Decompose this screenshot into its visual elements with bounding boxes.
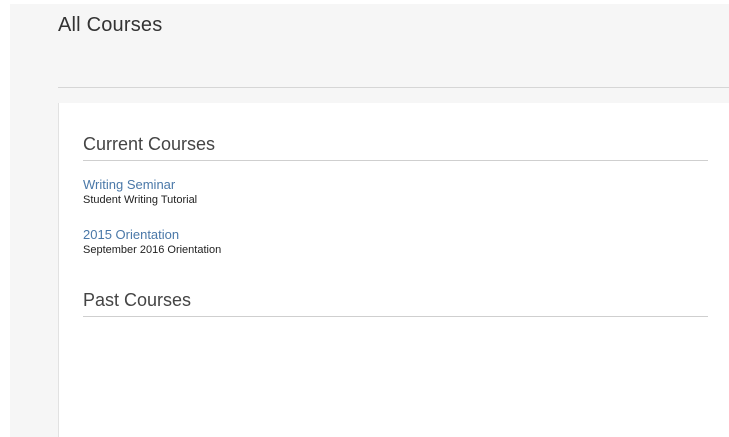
courses-card: Current Courses Writing Seminar Student … (58, 103, 729, 437)
course-link-2015-orientation[interactable]: 2015 Orientation (83, 227, 221, 242)
course-item-2015-orientation: 2015 Orientation September 2016 Orientat… (83, 227, 221, 257)
current-courses-divider (83, 160, 708, 161)
course-link-writing-seminar[interactable]: Writing Seminar (83, 177, 197, 192)
page-title: All Courses (58, 14, 163, 36)
header-divider (58, 87, 729, 88)
course-description: September 2016 Orientation (83, 244, 222, 256)
current-courses-heading: Current Courses (83, 134, 216, 154)
past-courses-divider (83, 316, 708, 317)
past-courses-heading: Past Courses (83, 290, 192, 310)
course-item-writing-seminar: Writing Seminar Student Writing Tutorial (83, 177, 197, 207)
course-description: Student Writing Tutorial (83, 194, 198, 206)
page: All Courses Current Courses Writing Semi… (0, 0, 729, 437)
